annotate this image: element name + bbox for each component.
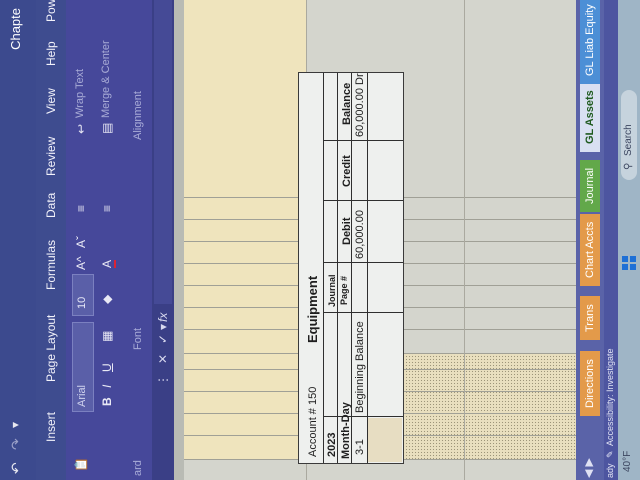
debit-header: Debit xyxy=(341,217,353,246)
general-ledger-account: Account # 150 Equipment 2023 Month-Day J… xyxy=(298,72,404,464)
sheet-tab-gl-liab-equity[interactable]: GL Liab Equity xyxy=(580,0,600,84)
borders-icon[interactable]: ▦ xyxy=(100,331,114,342)
ready-status: ady xyxy=(605,463,615,478)
merge-center-icon[interactable]: ▤ xyxy=(100,123,114,134)
journal-header-line1: Journal xyxy=(327,274,337,307)
document-title: Chapte xyxy=(8,8,23,50)
tab-review[interactable]: Review xyxy=(44,137,58,176)
month-day-header: Month-Day xyxy=(340,402,352,459)
tab-power[interactable]: Pow xyxy=(44,0,58,22)
more-icon: ⋮ xyxy=(156,374,170,386)
tab-insert[interactable]: Insert xyxy=(44,412,58,442)
account-number: Account # 150 xyxy=(307,386,319,457)
weather-temperature[interactable]: 40°F xyxy=(622,451,633,472)
tab-help[interactable]: Help xyxy=(44,41,58,66)
font-color-button[interactable]: A xyxy=(100,259,116,268)
tab-page-layout[interactable]: Page Layout xyxy=(44,315,58,382)
align-left-icon[interactable]: ≡ xyxy=(100,205,114,212)
redo-icon[interactable]: ↷ xyxy=(8,438,25,450)
wrap-text-icon[interactable]: ↩ xyxy=(74,124,88,134)
ribbon: 📋 Arial 10 A^ Aˇ B I U ▦ ◆ A ≡ ≡ ↩ Wrap … xyxy=(66,0,152,480)
account-name: Equipment xyxy=(305,275,320,343)
shrink-font-button[interactable]: Aˇ xyxy=(74,236,88,248)
name-box-dropdown-icon[interactable]: ▾ xyxy=(156,324,170,330)
tab-formulas[interactable]: Formulas xyxy=(44,240,58,290)
quick-access-dropdown-icon[interactable]: ▾ xyxy=(8,422,22,428)
entry-debit: 60,000.00 xyxy=(354,210,366,259)
cancel-icon[interactable]: ✕ xyxy=(156,354,170,364)
sheet-nav-arrows-icon[interactable]: ◀ ▶ xyxy=(582,458,595,478)
sheet-tab-directions[interactable]: Directions xyxy=(580,351,600,416)
accessibility-icon: ✎ xyxy=(605,450,615,458)
formula-bar: ▾ ⋮ ✕ ✓ fx xyxy=(152,0,174,480)
font-group-label: Font xyxy=(132,327,144,350)
column-headers xyxy=(174,0,184,480)
undo-icon[interactable]: ↶ xyxy=(8,462,25,474)
paste-icon[interactable]: 📋 xyxy=(74,457,88,472)
status-bar: ady ✎ Accessibility: Investigate xyxy=(604,0,618,480)
confirm-icon[interactable]: ✓ xyxy=(156,334,170,344)
fill-color-icon[interactable]: ◆ xyxy=(100,295,114,304)
year-label: 2023 xyxy=(326,432,338,457)
title-bar: ↶ ↷ ▾ Chapte xyxy=(0,0,36,480)
entry-description: Beginning Balance xyxy=(354,321,366,413)
ribbon-tabs: Insert Page Layout Formulas Data Review … xyxy=(36,0,66,480)
excel-window: ↶ ↷ ▾ Chapte Insert Page Layout Formulas… xyxy=(0,0,640,480)
grow-font-button[interactable]: A^ xyxy=(74,256,88,270)
font-name-box[interactable]: Arial xyxy=(72,322,94,412)
sheet-tab-journal[interactable]: Journal xyxy=(580,159,600,212)
underline-button[interactable]: U xyxy=(100,363,114,372)
wrap-text-button[interactable]: Wrap Text xyxy=(74,69,86,118)
search-icon: ⚲ xyxy=(623,162,634,170)
journal-header-line2: Page # xyxy=(339,275,349,305)
windows-start-icon[interactable] xyxy=(622,256,636,270)
tab-data[interactable]: Data xyxy=(44,193,58,218)
sheet-tab-chart-accts[interactable]: Chart Accts xyxy=(580,213,600,286)
merge-center-button[interactable]: Merge & Center xyxy=(100,40,112,118)
fx-icon[interactable]: fx xyxy=(156,313,170,322)
formula-input[interactable] xyxy=(154,0,172,304)
font-size-box[interactable]: 10 xyxy=(72,274,94,316)
sheet-tab-gl-assets[interactable]: GL Assets xyxy=(580,82,600,152)
entry-date: 3-1 xyxy=(354,439,366,455)
taskbar-search[interactable]: ⚲ Search xyxy=(621,90,637,180)
taskbar: 40°F ⚲ Search xyxy=(618,0,640,480)
sheet-tab-trans[interactable]: Trans xyxy=(580,296,600,340)
clipboard-group-label: ard xyxy=(132,460,144,476)
entry-balance-type: Dr xyxy=(354,73,366,85)
sheet-tabs-bar: ◀ ▶ Directions Trans Chart Accts Journal… xyxy=(576,0,604,480)
alignment-group-label: Alignment xyxy=(132,91,144,140)
italic-button[interactable]: I xyxy=(100,385,114,388)
entry-balance: 60,000.00 xyxy=(354,88,366,137)
balance-header: Balance xyxy=(341,82,353,125)
accessibility-status[interactable]: Accessibility: Investigate xyxy=(605,348,615,446)
credit-header: Credit xyxy=(341,155,353,187)
bold-button[interactable]: B xyxy=(100,397,114,406)
align-top-icon[interactable]: ≡ xyxy=(74,205,88,212)
tab-view[interactable]: View xyxy=(44,88,58,114)
